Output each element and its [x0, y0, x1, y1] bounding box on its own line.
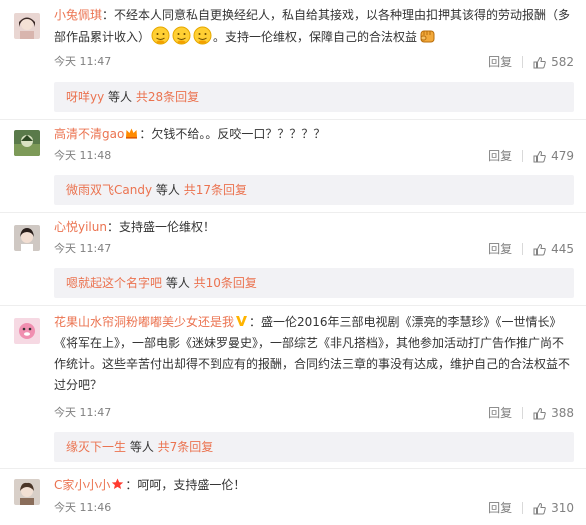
like-count: 445 [551, 242, 574, 256]
comment-actions: 回复 445 [488, 241, 574, 257]
reply-summary-count[interactable]: 共7条回复 [158, 440, 214, 454]
like-count: 582 [551, 55, 574, 69]
star-badge-icon [111, 476, 124, 489]
reply-summary-user[interactable]: 缘灭下一生 [66, 440, 126, 454]
comment-timestamp: 今天 11:48 [54, 149, 112, 162]
avatar[interactable] [14, 13, 40, 39]
comment-timestamp: 今天 11:47 [54, 242, 112, 255]
comment-username[interactable]: 花果山水帘洞粉嘟嘟美少女还是我 [54, 315, 234, 329]
comment-actions: 回复 310 [488, 500, 574, 516]
reply-summary-user[interactable]: 嗯就起这个名字吧 [66, 276, 162, 290]
divider [522, 56, 524, 68]
comment-username[interactable]: 心悦yilun [54, 220, 107, 234]
divider [522, 502, 524, 514]
divider [522, 407, 524, 419]
reply-summary-count[interactable]: 共17条回复 [184, 183, 247, 197]
comment-username[interactable]: 高清不清gao [54, 127, 124, 141]
reply-button[interactable]: 回复 [488, 405, 512, 421]
comment-username[interactable]: 小兔佩琪 [54, 8, 102, 22]
like-count: 310 [551, 501, 574, 515]
avatar[interactable] [14, 130, 40, 156]
comment-actions: 回复 388 [488, 405, 574, 421]
fist-emoji-icon [418, 26, 437, 45]
divider [522, 150, 524, 162]
divider [0, 212, 586, 213]
emoji-icon [172, 26, 191, 45]
thumbs-up-icon [533, 407, 546, 419]
divider [0, 119, 586, 120]
reply-button[interactable]: 回复 [488, 54, 512, 70]
divider [0, 468, 586, 469]
comment-text: 小兔佩琪：不经本人同意私自更换经纪人，私自给其接戏，以各种理由扣押其该得的劳动报… [54, 8, 571, 45]
comment-username[interactable]: C家小小小 [54, 478, 110, 492]
verified-v-icon [235, 313, 248, 326]
reply-button[interactable]: 回复 [488, 148, 512, 164]
emoji-icon [193, 26, 212, 45]
reply-summary[interactable]: 嗯就起这个名字吧 等人 共10条回复 [54, 268, 574, 298]
reply-summary[interactable]: 微雨双飞Candy 等人 共17条回复 [54, 175, 574, 205]
comment-text: 高清不清gao ：欠钱不给。。反咬一口？？？？？ [54, 125, 326, 141]
reply-button[interactable]: 回复 [488, 500, 512, 516]
thumbs-up-icon [533, 150, 546, 162]
like-button[interactable]: 445 [533, 241, 574, 257]
comment-actions: 回复 479 [488, 148, 574, 164]
comment-timestamp: 今天 11:47 [54, 55, 112, 68]
comment-actions: 回复 582 [488, 54, 574, 70]
like-button[interactable]: 479 [533, 148, 574, 164]
comment-text: 心悦yilun：支持盛一伦维权！ [54, 220, 215, 234]
like-button[interactable]: 310 [533, 500, 574, 516]
like-button[interactable]: 582 [533, 54, 574, 70]
comment-text: 花果山水帘洞粉嘟嘟美少女还是我 ：盛一伦2016年三部电视剧《漂亮的李慧珍》《一世… [54, 313, 571, 392]
thumbs-up-icon [533, 56, 546, 68]
comment-text: C家小小小 ：呵呵，支持盛一伦！ [54, 476, 246, 492]
reply-summary[interactable]: 呀咩yy 等人 共28条回复 [54, 82, 574, 112]
reply-button[interactable]: 回复 [488, 241, 512, 257]
like-count: 479 [551, 149, 574, 163]
crown-badge-icon [125, 125, 138, 139]
thumbs-up-icon [533, 502, 546, 514]
divider [522, 243, 524, 255]
divider [0, 305, 586, 306]
reply-summary-user[interactable]: 呀咩yy [66, 90, 104, 104]
reply-summary[interactable]: 缘灭下一生 等人 共7条回复 [54, 432, 574, 462]
reply-summary-count[interactable]: 共10条回复 [194, 276, 257, 290]
like-count: 388 [551, 406, 574, 420]
thumbs-up-icon [533, 243, 546, 255]
avatar[interactable] [14, 225, 40, 251]
reply-summary-user[interactable]: 微雨双飞Candy [66, 183, 152, 197]
comment-timestamp: 今天 11:47 [54, 406, 112, 419]
avatar[interactable] [14, 479, 40, 505]
emoji-icon [151, 26, 170, 45]
like-button[interactable]: 388 [533, 405, 574, 421]
reply-summary-count[interactable]: 共28条回复 [136, 90, 199, 104]
comment-timestamp: 今天 11:46 [54, 501, 112, 514]
avatar[interactable] [14, 318, 40, 344]
